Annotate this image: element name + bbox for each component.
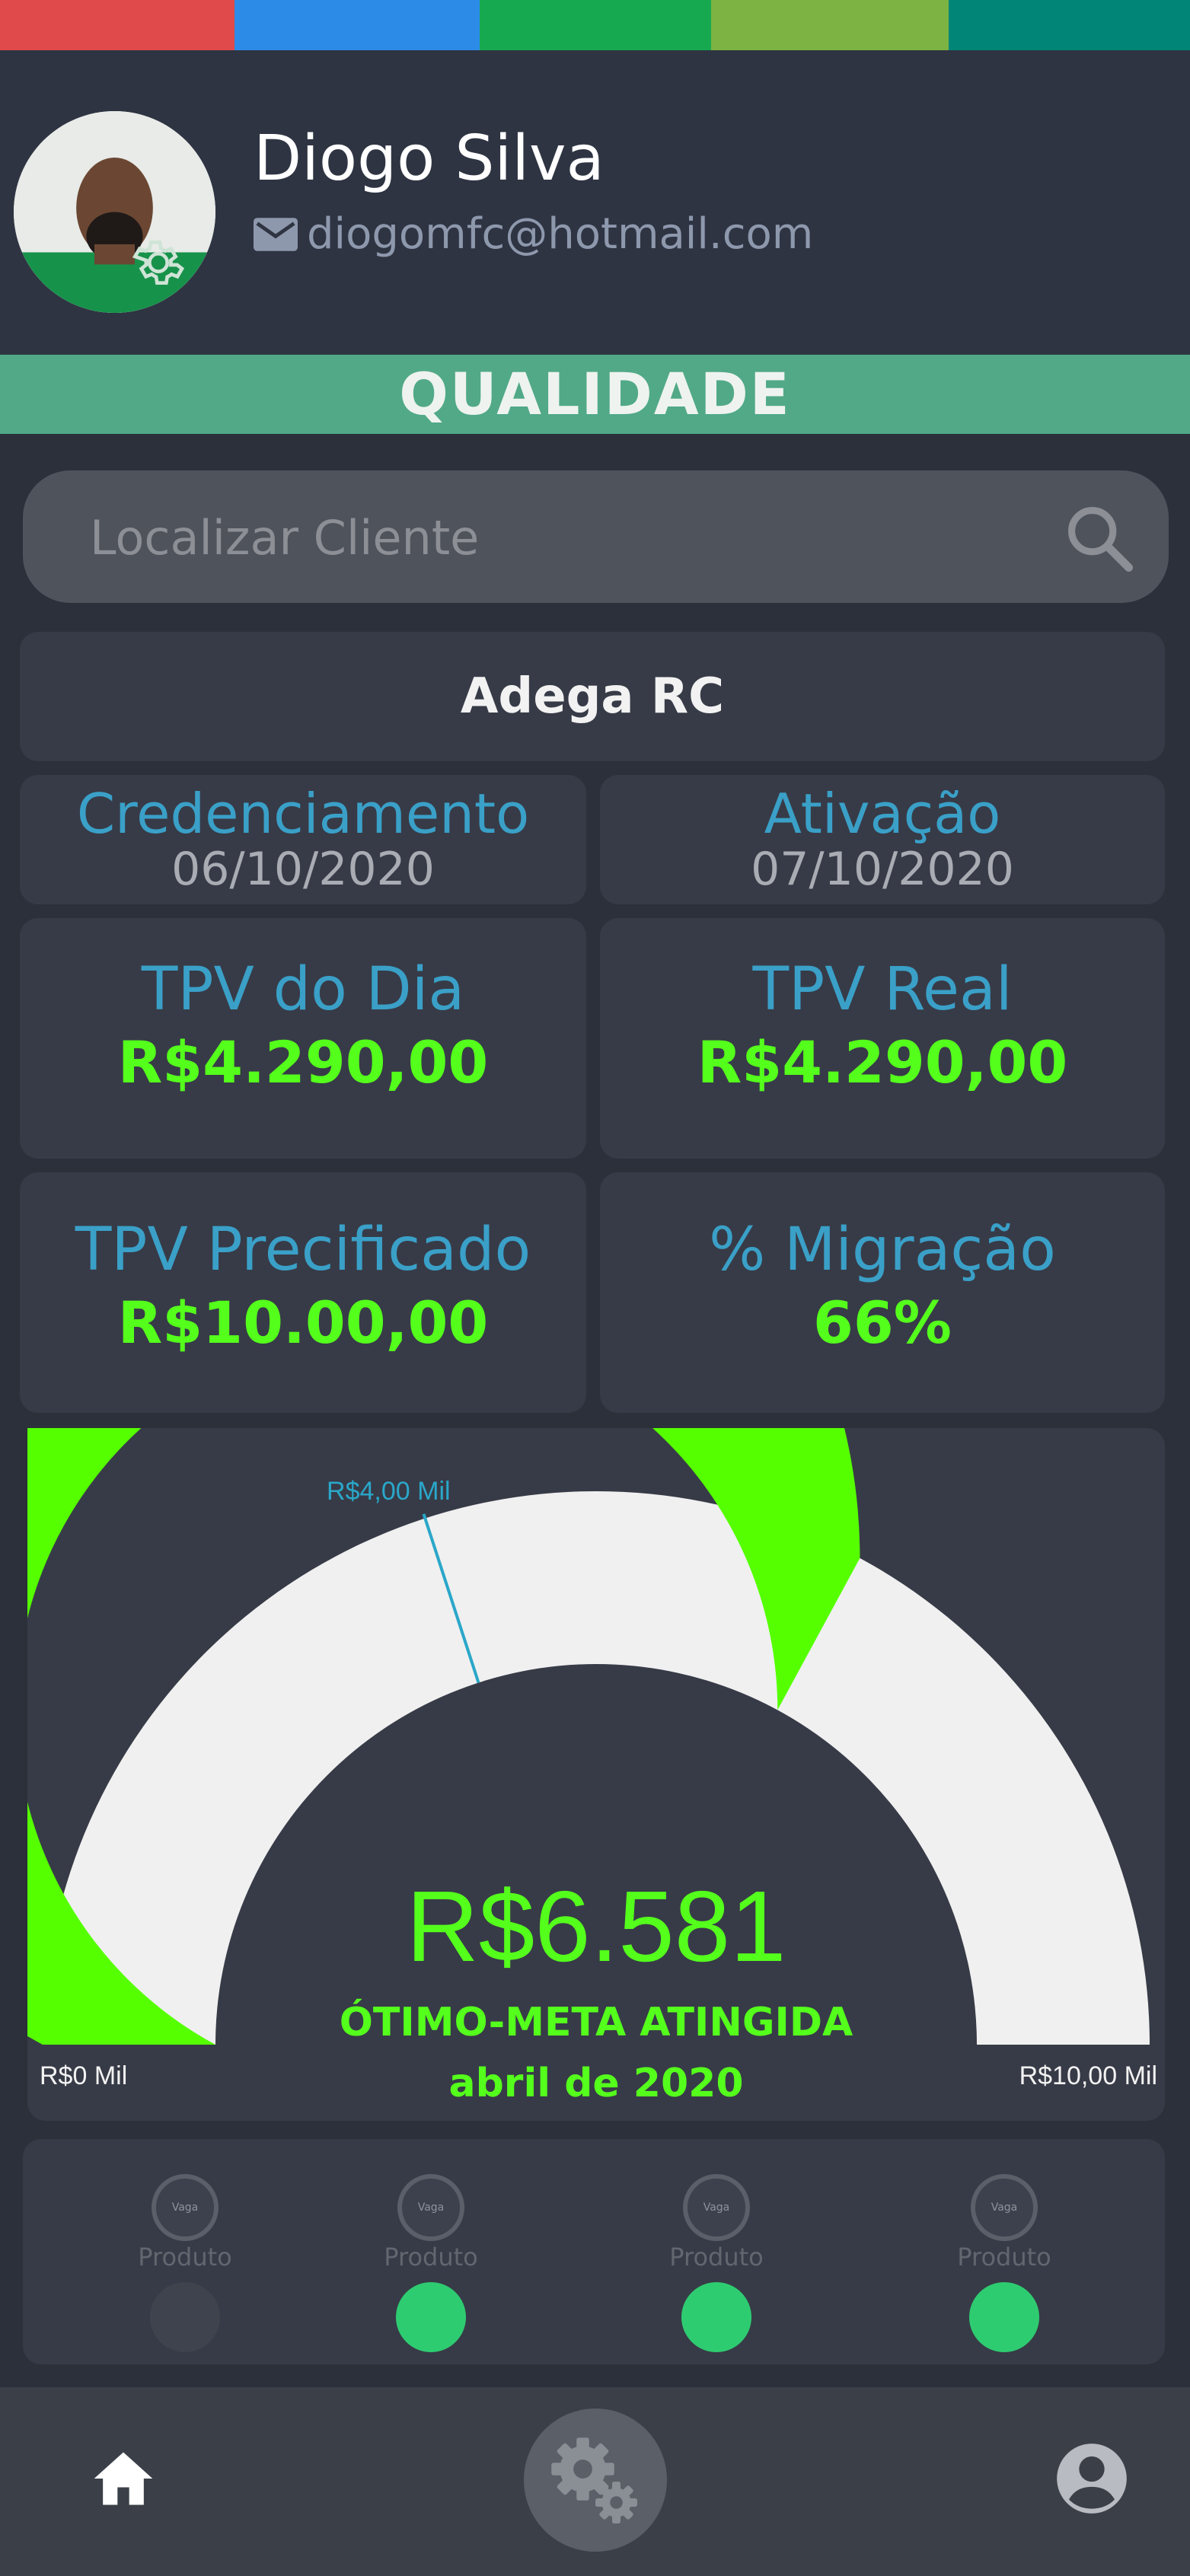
search-icon[interactable] [1061, 499, 1137, 575]
gear-icon[interactable] [128, 232, 189, 293]
gears-icon [551, 2437, 637, 2523]
top-stripe-blue [234, 0, 480, 50]
migracao-label: % Migração [709, 1216, 1056, 1284]
search-bar[interactable] [23, 470, 1169, 604]
credenciamento-card: Credenciamento 06/10/2020 [20, 775, 586, 904]
product-item-1[interactable]: Vaga Produto [116, 2174, 254, 2352]
gauge-max-label: R$10,00 Mil [1019, 2061, 1157, 2090]
section-banner: QUALIDADE [0, 355, 1190, 434]
tpv-precificado-label: TPV Precificado [75, 1216, 531, 1284]
ativacao-label: Ativação [764, 782, 1001, 846]
ativacao-value: 07/10/2020 [751, 843, 1014, 897]
gauge-target-label: R$4,00 Mil [327, 1477, 451, 1506]
products-panel: Vaga Produto Vaga Produto Vaga Produto V… [23, 2139, 1165, 2364]
product-logo-icon: Vaga [397, 2174, 464, 2241]
product-status-dot [681, 2282, 751, 2352]
tpv-precificado-value: R$10.00,00 [117, 1288, 489, 1357]
top-stripe-green [480, 0, 711, 50]
product-label: Produto [957, 2243, 1051, 2272]
user-email: diogomfc@hotmail.com [254, 213, 813, 256]
tpv-real-card: TPV Real R$4.290,00 [600, 918, 1165, 1159]
gauge-chart: R$4,00 Mil R$0 Mil R$10,00 Mil R$6.581 Ó… [27, 1428, 1157, 2106]
tpv-real-value: R$4.290,00 [697, 1028, 1068, 1096]
product-status-dot [969, 2282, 1039, 2352]
gauge-panel: R$4,00 Mil R$0 Mil R$10,00 Mil R$6.581 Ó… [27, 1428, 1165, 2121]
product-logo-icon: Vaga [971, 2174, 1038, 2241]
tpv-dia-card: TPV do Dia R$4.290,00 [20, 918, 586, 1159]
client-name: Adega RC [20, 632, 1165, 761]
top-stripe-lime [711, 0, 949, 50]
product-item-2[interactable]: Vaga Produto [362, 2174, 499, 2352]
migracao-value: 66% [813, 1288, 952, 1357]
mail-icon [254, 218, 298, 251]
product-status-dot [396, 2282, 466, 2352]
user-name: Diogo Silva [254, 123, 605, 195]
product-label: Produto [138, 2243, 232, 2272]
product-label: Produto [384, 2243, 478, 2272]
top-stripe-teal [949, 0, 1190, 50]
ativacao-card: Ativação 07/10/2020 [600, 775, 1165, 904]
gauge-value-text: R$6.581 [406, 1870, 786, 1982]
product-logo-icon: Vaga [683, 2174, 750, 2241]
product-logo-icon: Vaga [152, 2174, 219, 2241]
credenciamento-label: Credenciamento [76, 782, 530, 846]
gauge-period-text: abril de 2020 [448, 2061, 743, 2106]
product-item-4[interactable]: Vaga Produto [936, 2174, 1073, 2352]
bottom-nav [0, 2387, 1190, 2576]
product-item-3[interactable]: Vaga Produto [648, 2174, 785, 2352]
settings-button[interactable] [524, 2409, 667, 2552]
gauge-status-text: ÓTIMO-META ATINGIDA [340, 1998, 853, 2045]
credenciamento-value: 06/10/2020 [171, 843, 435, 897]
migracao-card: % Migração 66% [600, 1172, 1165, 1413]
user-email-text: diogomfc@hotmail.com [307, 209, 814, 259]
search-input[interactable] [88, 470, 1035, 604]
tpv-dia-label: TPV do Dia [141, 955, 465, 1024]
tpv-precificado-card: TPV Precificado R$10.00,00 [20, 1172, 586, 1413]
account-icon[interactable] [1054, 2441, 1130, 2517]
gauge-min-label: R$0 Mil [40, 2061, 127, 2090]
top-stripe-red [0, 0, 234, 50]
product-status-dot [150, 2282, 220, 2352]
product-label: Produto [669, 2243, 764, 2272]
tpv-real-label: TPV Real [752, 955, 1013, 1024]
home-icon[interactable] [88, 2444, 158, 2514]
tpv-dia-value: R$4.290,00 [117, 1028, 489, 1096]
